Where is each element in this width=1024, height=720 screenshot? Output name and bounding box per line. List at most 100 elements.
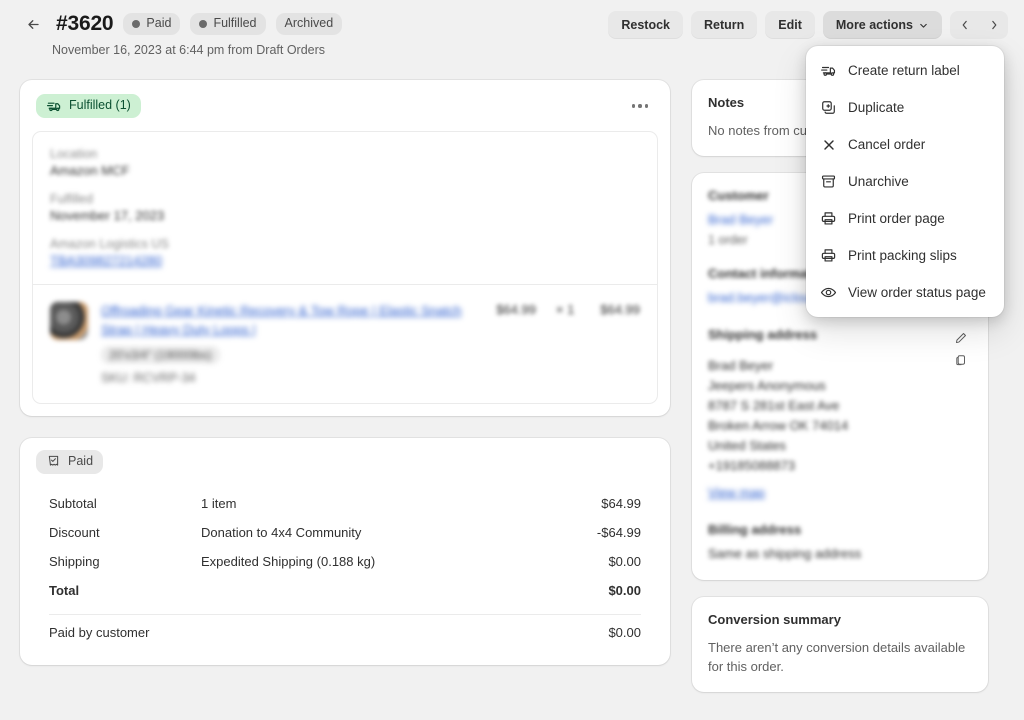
tracking-number-link[interactable]: TBA309827214280 [50, 253, 162, 268]
more-actions-label: More actions [836, 18, 913, 32]
status-badge-fulfilled: Fulfilled [190, 13, 265, 35]
shipping-address-section: Shipping address Brad Beyer Jeepers Anon… [708, 327, 972, 503]
conversion-summary-card: Conversion summary There aren’t any conv… [692, 597, 988, 692]
fulfillment-status-badge: Fulfilled (1) [36, 94, 141, 118]
edit-button[interactable]: Edit [765, 11, 815, 39]
edit-shipping-address-button[interactable] [950, 327, 972, 349]
menu-item-cancel-order[interactable]: Cancel order [812, 126, 998, 163]
shipping-address-lines: Brad Beyer Jeepers Anonymous 8787 S 281s… [708, 356, 848, 476]
menu-item-view-order-status-page[interactable]: View order status page [812, 274, 998, 311]
menu-item-label: Cancel order [848, 134, 925, 155]
location-value: Amazon MCF [50, 163, 640, 178]
row-detail: Donation to 4x4 Community [201, 525, 597, 540]
product-thumbnail [50, 302, 88, 340]
menu-item-duplicate[interactable]: Duplicate [812, 89, 998, 126]
return-button[interactable]: Return [691, 11, 757, 39]
row-label: Total [49, 583, 201, 598]
row-amount: $0.00 [608, 625, 641, 640]
close-x-icon [820, 136, 837, 153]
more-horizontal-icon [632, 104, 636, 108]
customer-name-link[interactable]: Brad Beyer [708, 212, 773, 227]
archive-box-icon [820, 173, 837, 190]
summary-row-subtotal: Subtotal 1 item $64.99 [49, 489, 641, 518]
copy-shipping-address-button[interactable] [950, 349, 972, 371]
address-line: Brad Beyer [708, 356, 848, 376]
payment-status-label: Paid [68, 453, 93, 470]
line-item-total: $64.99 [594, 301, 640, 317]
menu-item-create-return-label[interactable]: Create return label [812, 52, 998, 89]
fulfillment-status-label: Fulfilled (1) [69, 97, 131, 114]
previous-order-button[interactable] [950, 11, 979, 39]
carrier-label: Amazon Logistics US [50, 237, 640, 251]
line-item: Offroading Gear Kinetic Recovery & Tow R… [33, 285, 657, 403]
status-dot [199, 20, 207, 28]
menu-item-label: Unarchive [848, 171, 909, 192]
location-label: Location [50, 147, 640, 161]
row-amount: -$64.99 [597, 525, 641, 540]
duplicate-icon [820, 99, 837, 116]
location-field: Location Amazon MCF [50, 147, 640, 178]
billing-address-value: Same as shipping address [708, 544, 972, 564]
billing-address-title: Billing address [708, 522, 972, 537]
next-order-button[interactable] [979, 11, 1008, 39]
page-title: #3620 [56, 12, 113, 36]
view-map-link[interactable]: View map [708, 485, 765, 500]
address-line: +19185088873 [708, 456, 848, 476]
summary-row-total: Total $0.00 [49, 576, 641, 605]
status-badge-label: Fulfilled [213, 15, 256, 32]
back-button[interactable] [20, 11, 46, 37]
fulfillment-header: Fulfilled (1) [32, 92, 658, 131]
shipping-address-title: Shipping address [708, 327, 817, 342]
menu-item-label: Create return label [848, 60, 960, 81]
header-actions: Restock Return Edit More actions [608, 11, 1008, 39]
status-badge-archived: Archived [276, 13, 343, 35]
fulfilled-label: Fulfilled [50, 192, 640, 206]
chevron-left-icon [959, 19, 971, 31]
order-subtitle: November 16, 2023 at 6:44 pm from Draft … [52, 43, 342, 57]
chevron-right-icon [988, 19, 1000, 31]
row-label: Shipping [49, 554, 201, 569]
order-pager [950, 11, 1008, 39]
variant-badge: 20'x3/4" (19000lbs) [101, 346, 220, 364]
fulfillment-meta: Location Amazon MCF Fulfilled November 1… [33, 132, 657, 284]
menu-item-print-packing-slips[interactable]: Print packing slips [812, 237, 998, 274]
menu-item-unarchive[interactable]: Unarchive [812, 163, 998, 200]
summary-row-discount: Discount Donation to 4x4 Community -$64.… [49, 518, 641, 547]
menu-item-label: Print order page [848, 208, 945, 229]
menu-item-print-order-page[interactable]: Print order page [812, 200, 998, 237]
divider [49, 614, 641, 615]
product-sku: SKU: RCVRP-34 [101, 371, 483, 385]
fulfillment-more-button[interactable] [626, 92, 654, 120]
more-actions-menu: Create return label Duplicate Cancel ord… [806, 46, 1004, 317]
header-left: #3620 Paid Fulfilled Archived November 1… [24, 11, 342, 57]
printer-icon [820, 247, 837, 264]
row-label: Discount [49, 525, 201, 540]
row-detail: 1 item [201, 496, 601, 511]
fulfillment-details-box: Location Amazon MCF Fulfilled November 1… [32, 131, 658, 404]
summary-row-shipping: Shipping Expedited Shipping (0.188 kg) $… [49, 547, 641, 576]
fulfillment-card: Fulfilled (1) Location Amazon MCF Fulfil… [20, 80, 670, 416]
eye-icon [820, 284, 837, 301]
line-item-details: Offroading Gear Kinetic Recovery & Tow R… [101, 301, 483, 385]
restock-button[interactable]: Restock [608, 11, 683, 39]
delivery-truck-icon [46, 98, 62, 114]
status-badge-label: Paid [146, 15, 171, 32]
line-item-unit-price: $64.99 [496, 301, 536, 317]
payment-card: Paid Subtotal 1 item $64.99 Discount Don… [20, 438, 670, 665]
address-line: Broken Arrow OK 74014 [708, 416, 848, 436]
return-truck-icon [820, 62, 837, 79]
fulfilled-value: November 17, 2023 [50, 208, 640, 223]
address-line: Jeepers Anonymous [708, 376, 848, 396]
menu-item-label: Duplicate [848, 97, 904, 118]
address-line: United States [708, 436, 848, 456]
menu-item-label: View order status page [848, 282, 986, 303]
carrier-field: Amazon Logistics US TBA309827214280 [50, 237, 640, 268]
summary-row-paid-by-customer: Paid by customer $0.00 [49, 618, 641, 647]
row-amount: $0.00 [608, 554, 641, 569]
row-amount: $64.99 [601, 496, 641, 511]
product-title-link[interactable]: Offroading Gear Kinetic Recovery & Tow R… [101, 303, 462, 337]
row-label: Subtotal [49, 496, 201, 511]
more-actions-button[interactable]: More actions [823, 11, 942, 39]
status-dot [132, 20, 140, 28]
receipt-check-icon [46, 454, 61, 469]
